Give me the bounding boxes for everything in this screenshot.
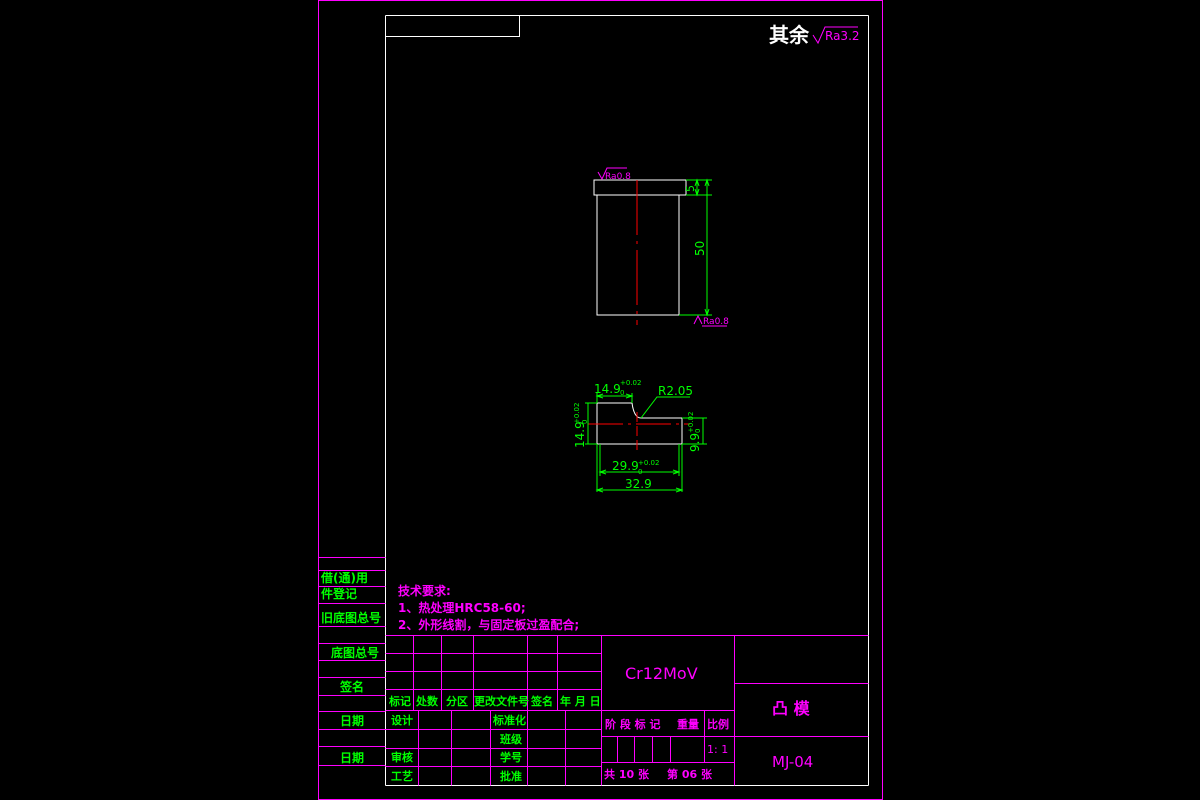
side-label-signature: 签名 — [339, 679, 364, 694]
tech-notes-heading: 技术要求: — [398, 583, 451, 598]
dim-step: 5 — [684, 185, 697, 192]
front-roughness-top: Ra0.8 — [605, 172, 631, 182]
side-label-register: 件登记 — [321, 586, 357, 601]
stage-header-weight: 重量 — [677, 717, 699, 731]
dim-inner-width: 29.9 — [612, 459, 639, 473]
title-block: 标记 处数 分区 更改文件号 签名 年 月 日 设计 审核 工艺 标准化 班级 … — [385, 635, 869, 786]
side-registration-strip: 借(通)用 件登记 旧底图总号 底图总号 签名 日期 日期 — [318, 557, 386, 766]
side-label-date-2: 日期 — [340, 750, 364, 765]
corner-note-prefix: 其余 — [769, 23, 810, 47]
tech-notes: 技术要求: 1、热处理HRC58-60; 2、外形线割，与固定板过盈配合; — [398, 583, 579, 632]
sheet-no: 第 06 张 — [667, 767, 713, 781]
scale-value: 1: 1 — [707, 743, 728, 756]
dim-radius: R2.05 — [658, 384, 693, 398]
stage-header-scale: 比例 — [707, 717, 729, 731]
front-view: Ra0.8 Ra0.8 5 50 — [593, 167, 729, 327]
drawing-sheet: 其余 Ra3.2 Ra0.8 Ra0.8 5 50 14.9 +0.02 0 R… — [318, 0, 883, 800]
rev-header-count: 处数 — [415, 694, 439, 708]
part-name: 凸 模 — [772, 699, 811, 718]
rev-header-zone: 分区 — [446, 694, 468, 708]
rev-header-sign: 签名 — [530, 694, 553, 708]
dim-left-height: 14.9 — [573, 421, 587, 448]
dim-total-width: 32.9 — [625, 477, 652, 491]
label-process: 工艺 — [391, 769, 413, 783]
roughness-icon — [693, 314, 703, 325]
dim-left-height-tol-lower: 0 — [581, 420, 589, 424]
label-standardization: 标准化 — [492, 713, 526, 727]
side-label-drawing-no: 底图总号 — [331, 645, 379, 660]
sheet-frame — [318, 0, 883, 800]
dim-inner-width-tol-lower: 0 — [638, 468, 642, 476]
label-design: 设计 — [391, 713, 413, 727]
front-roughness-bottom: Ra0.8 — [703, 317, 729, 327]
dim-top-width: 14.9 — [594, 382, 621, 396]
dim-height: 50 — [693, 241, 707, 256]
sheets-total: 共 10 张 — [604, 767, 650, 781]
dim-right-height: 9.9 — [688, 433, 702, 452]
corner-note-roughness: Ra3.2 — [825, 29, 860, 43]
rev-header-change-doc: 更改文件号 — [474, 694, 529, 708]
dim-right-height-tol-lower: 0 — [694, 429, 702, 433]
tech-notes-line2: 2、外形线割，与固定板过盈配合; — [398, 617, 579, 632]
label-approve: 批准 — [500, 769, 522, 783]
label-student-no: 学号 — [500, 750, 522, 764]
dim-inner-width-tol-upper: +0.02 — [638, 459, 659, 467]
label-review: 审核 — [391, 750, 413, 764]
material: Cr12MoV — [625, 664, 698, 683]
side-label-old-drawing-no: 旧底图总号 — [321, 610, 381, 625]
punch-front-outline — [593, 179, 687, 316]
side-label-borrowed: 借(通)用 — [320, 570, 368, 585]
dim-top-width-tol-upper: +0.02 — [620, 379, 641, 387]
side-label-date-1: 日期 — [340, 713, 364, 728]
label-class: 班级 — [500, 732, 523, 746]
rev-header-mark: 标记 — [388, 694, 411, 708]
stage-header-mark: 阶 段 标 记 — [605, 717, 661, 731]
rev-header-date: 年 月 日 — [560, 694, 601, 708]
tech-notes-line1: 1、热处理HRC58-60; — [398, 600, 526, 615]
dim-top-width-tol-lower: 0 — [620, 389, 624, 397]
drawing-number: MJ-04 — [772, 753, 813, 771]
dim-left-height-tol-upper: +0.02 — [573, 403, 581, 424]
corner-roughness-note: 其余 Ra3.2 — [769, 23, 860, 47]
top-view: 14.9 +0.02 0 R2.05 14.9 +0.02 0 9.9 +0.0… — [573, 379, 707, 493]
